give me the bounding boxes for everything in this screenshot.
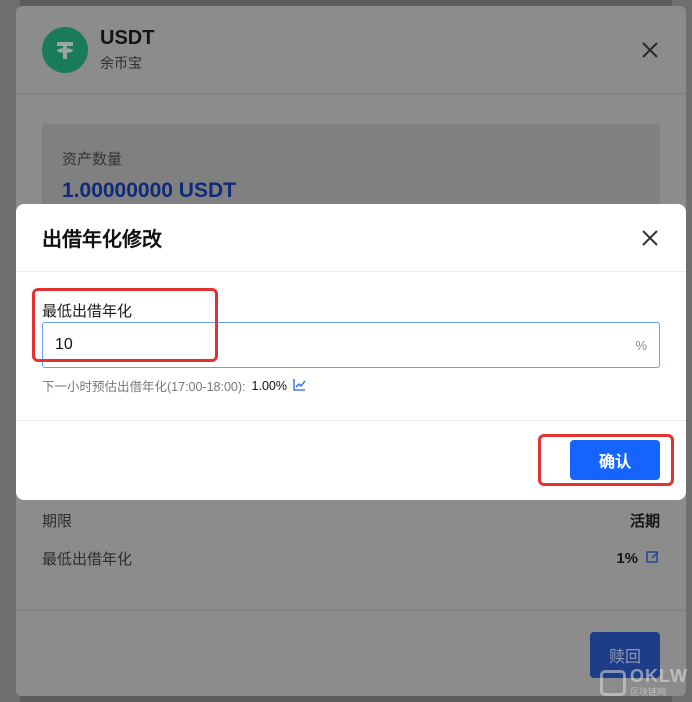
- sheet-header: USDT 余币宝: [16, 6, 686, 94]
- term-value: 活期: [629, 513, 660, 530]
- edit-icon[interactable]: [646, 550, 660, 568]
- trend-chart-icon[interactable]: [293, 378, 306, 394]
- confirm-button[interactable]: 确认: [570, 440, 660, 480]
- dialog-title: 出借年化修改: [42, 229, 162, 251]
- asset-label: 资产数量: [62, 151, 123, 168]
- sheet-divider: [16, 610, 686, 611]
- asset-value: 1.00000000 USDT: [62, 179, 236, 202]
- hint-text: 下一小时预估出借年化(17:00-18:00):: [42, 380, 246, 394]
- rate-edit-dialog: 出借年化修改 最低出借年化 % 下一小时预估出借年化(17:00-18:00):…: [16, 204, 686, 500]
- min-rate-field-label: 最低出借年化: [42, 303, 133, 320]
- coin-product: 余币宝: [100, 54, 142, 71]
- dialog-header: 出借年化修改: [16, 204, 686, 272]
- term-row: 期限 活期: [42, 510, 660, 531]
- watermark-text: OKLW: [630, 666, 688, 686]
- min-rate-value: 1%: [616, 550, 638, 567]
- min-rate-label: 最低出借年化: [42, 551, 133, 568]
- percent-suffix: %: [635, 337, 647, 353]
- watermark: OKLW 区块链网: [600, 667, 688, 698]
- dialog-close-icon[interactable]: [640, 228, 660, 248]
- watermark-subtext: 区块链网: [630, 687, 667, 697]
- term-label: 期限: [42, 513, 73, 530]
- min-rate-input-box: %: [42, 322, 660, 368]
- min-rate-row: 最低出借年化 1%: [42, 548, 660, 569]
- min-rate-value-group: 1%: [616, 550, 660, 568]
- min-rate-input[interactable]: [55, 336, 636, 354]
- hint-value: 1.00%: [251, 378, 287, 393]
- estimated-rate-hint: 下一小时预估出借年化(17:00-18:00): 1.00%: [42, 376, 306, 395]
- dialog-divider: [16, 420, 686, 421]
- coin-name: USDT: [100, 26, 155, 49]
- sheet-close-icon[interactable]: [640, 40, 660, 60]
- usdt-coin-icon: [42, 26, 88, 73]
- watermark-logo-icon: [600, 669, 626, 696]
- asset-card: 资产数量 1.00000000 USDT: [42, 124, 660, 214]
